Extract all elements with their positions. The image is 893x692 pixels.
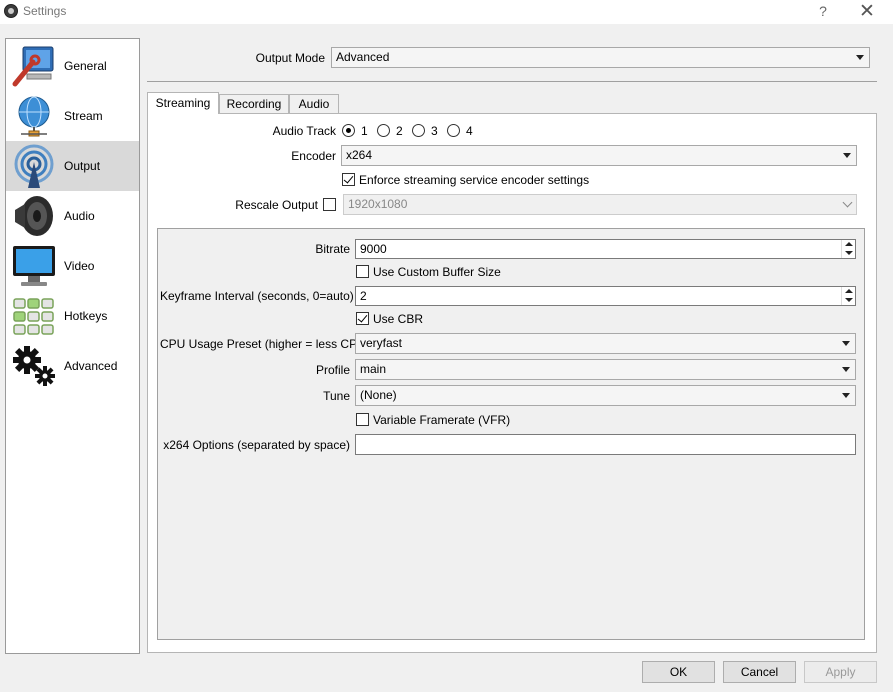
broadcast-icon (11, 144, 57, 188)
enforce-encoder-settings-checkbox[interactable] (342, 173, 355, 186)
enforce-encoder-settings-label: Enforce streaming service encoder settin… (359, 173, 590, 187)
audio-track-radio-2[interactable] (377, 124, 390, 137)
audio-track-radio-label: 3 (431, 124, 438, 138)
output-mode-value: Advanced (336, 50, 390, 64)
output-mode-label: Output Mode (255, 51, 325, 65)
tune-dropdown[interactable]: (None) (355, 385, 856, 406)
vfr-checkbox[interactable] (356, 413, 369, 426)
keyframe-interval-spinbox[interactable]: 2 (355, 286, 856, 306)
cpu-preset-label: CPU Usage Preset (higher = less CPU) (160, 337, 370, 351)
keyboard-icon (11, 294, 57, 338)
tab-streaming[interactable]: Streaming (147, 92, 219, 114)
encoder-dropdown[interactable]: x264 (341, 145, 857, 166)
sidebar-item-stream[interactable]: Stream (6, 91, 139, 141)
sidebar-item-label: Advanced (64, 359, 118, 373)
keyframe-interval-value: 2 (360, 289, 367, 303)
gears-icon (11, 344, 57, 388)
sidebar-item-audio[interactable]: Audio (6, 191, 139, 241)
sidebar-item-label: Hotkeys (64, 309, 108, 323)
sidebar-item-advanced[interactable]: Advanced (6, 341, 139, 391)
monitor-icon (11, 244, 57, 288)
sidebar-item-hotkeys[interactable]: Hotkeys (6, 291, 139, 341)
ok-button[interactable]: OK (642, 661, 715, 683)
profile-dropdown[interactable]: main (355, 359, 856, 380)
bitrate-label: Bitrate (315, 242, 350, 256)
tab-audio[interactable]: Audio (289, 94, 339, 114)
custom-buffer-checkbox[interactable] (356, 265, 369, 278)
profile-label: Profile (315, 363, 350, 377)
tune-value: (None) (360, 388, 397, 402)
audio-track-label: Audio Track (272, 124, 336, 138)
cpu-preset-value: veryfast (360, 336, 403, 350)
separator (147, 81, 877, 82)
sidebar-item-video[interactable]: Video (6, 241, 139, 291)
audio-track-radio-3[interactable] (412, 124, 425, 137)
chevron-down-icon (854, 48, 866, 67)
vfr-label: Variable Framerate (VFR) (373, 413, 511, 427)
close-button[interactable]: ✕ (854, 0, 880, 24)
tab-recording[interactable]: Recording (219, 94, 289, 114)
bitrate-spinbox[interactable]: 9000 (355, 239, 856, 259)
rescale-resolution-dropdown: 1920x1080 (343, 194, 857, 215)
tune-label: Tune (323, 389, 350, 403)
chevron-down-icon (840, 334, 852, 353)
obs-logo-icon (4, 4, 18, 18)
apply-button[interactable]: Apply (804, 661, 877, 683)
use-cbr-checkbox[interactable] (356, 312, 369, 325)
speaker-icon (11, 194, 57, 238)
sidebar-item-label: Output (64, 159, 101, 173)
sidebar-item-label: Video (64, 259, 95, 273)
audio-track-radio-label: 4 (466, 124, 473, 138)
cpu-preset-dropdown[interactable]: veryfast (355, 333, 856, 354)
chevron-down-icon (841, 146, 853, 165)
globe-network-icon (11, 94, 57, 138)
audio-track-radio-label: 1 (361, 124, 368, 138)
title-bar: Settings ? ✕ (0, 0, 893, 24)
encoder-label: Encoder (291, 149, 336, 163)
x264-options-label: x264 Options (separated by space) (163, 438, 350, 452)
encoder-value: x264 (346, 148, 373, 162)
chevron-down-icon (840, 386, 852, 405)
sidebar-item-general[interactable]: General (6, 41, 139, 91)
bitrate-value: 9000 (360, 242, 387, 256)
custom-buffer-label: Use Custom Buffer Size (373, 265, 501, 279)
spin-arrows-icon[interactable] (841, 287, 855, 305)
sidebar-item-label: Stream (64, 109, 103, 123)
window-title: Settings (23, 4, 67, 18)
audio-track-radio-4[interactable] (447, 124, 460, 137)
sidebar-item-output[interactable]: Output (6, 141, 139, 191)
computer-wrench-icon (11, 44, 57, 88)
cancel-button[interactable]: Cancel (723, 661, 796, 683)
keyframe-interval-label: Keyframe Interval (seconds, 0=auto) (160, 289, 354, 303)
chevron-down-icon (841, 195, 853, 214)
use-cbr-label: Use CBR (373, 312, 424, 326)
audio-track-radio-label: 2 (396, 124, 403, 138)
rescale-output-label: Rescale Output (235, 198, 318, 212)
output-mode-dropdown[interactable]: Advanced (331, 47, 870, 68)
spin-arrows-icon[interactable] (841, 240, 855, 258)
rescale-output-checkbox[interactable] (323, 198, 336, 211)
sidebar-item-label: Audio (64, 209, 95, 223)
help-button[interactable]: ? (813, 3, 833, 19)
audio-track-radio-1[interactable] (342, 124, 355, 137)
sidebar-item-label: General (64, 59, 107, 73)
profile-value: main (360, 362, 387, 376)
chevron-down-icon (840, 360, 852, 379)
settings-sidebar: General Stream Output Audio Video Hotkey… (5, 38, 140, 654)
rescale-resolution-value: 1920x1080 (348, 197, 408, 211)
x264-options-input[interactable] (355, 434, 856, 455)
